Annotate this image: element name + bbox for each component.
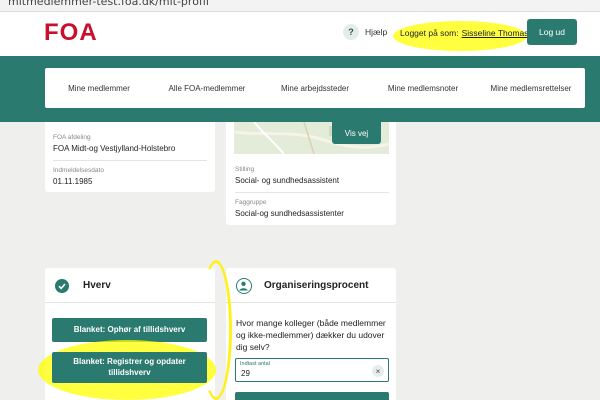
member-info-card: FOA afdeling FOA Midt-og Vestjylland-Hol… bbox=[45, 122, 215, 192]
site-header: FOA ? Hjælp Logget på som: Sisseline Thom… bbox=[0, 12, 600, 56]
divider bbox=[235, 192, 389, 193]
svg-text:FOA: FOA bbox=[44, 19, 98, 43]
main-navigation: Mine medlemmer Alle FOA-medlemmer Mine a… bbox=[45, 68, 585, 108]
enrollment-value: 01.11.1985 bbox=[53, 177, 93, 186]
logged-in-status: Logget på som: Sisseline Thomassen bbox=[400, 28, 542, 38]
person-icon bbox=[236, 278, 252, 294]
organisation-title: Organiseringsprocent bbox=[264, 280, 369, 291]
department-label: FOA afdeling bbox=[53, 134, 91, 141]
directions-button[interactable]: Vis vej bbox=[332, 122, 381, 144]
organisation-question: Hvor mange kolleger (både medlemmer og i… bbox=[236, 318, 386, 352]
position-label: Stilling bbox=[235, 166, 255, 173]
position-value: Social- og sundhedsassistent bbox=[235, 176, 340, 185]
question-icon: ? bbox=[343, 24, 359, 40]
professional-group-value: Social-og sundhedsassistenter bbox=[235, 209, 344, 218]
nav-item-mine-medlemmer[interactable]: Mine medlemmer bbox=[45, 84, 153, 93]
nav-item-alle-foa-medlemmer[interactable]: Alle FOA-medlemmer bbox=[153, 84, 261, 93]
colleague-count-input[interactable]: Indtast antal 29 × bbox=[235, 358, 389, 382]
help-link[interactable]: ? Hjælp bbox=[343, 24, 387, 40]
nav-item-mine-medlemsrettelser[interactable]: Mine medlemsrettelser bbox=[477, 84, 585, 93]
hverv-title: Hverv bbox=[83, 280, 111, 291]
help-label: Hjælp bbox=[365, 27, 388, 37]
clear-icon[interactable]: × bbox=[372, 365, 384, 377]
register-form-button[interactable]: Blanket: Registrer og opdater tillidshve… bbox=[52, 352, 207, 383]
browser-url-bar[interactable]: mitmedlemmer-test.foa.dk/mit-profil bbox=[0, 0, 600, 12]
divider bbox=[53, 160, 207, 161]
divider bbox=[226, 302, 396, 303]
divider bbox=[45, 302, 215, 303]
resign-form-button[interactable]: Blanket: Ophør af tillidshverv bbox=[52, 318, 207, 342]
logout-button[interactable]: Log ud bbox=[527, 19, 577, 45]
department-value: FOA Midt-og Vestjylland-Holstebro bbox=[53, 144, 176, 153]
url-text: mitmedlemmer-test.foa.dk/mit-profil bbox=[8, 0, 209, 8]
nav-item-mine-arbejdssteder[interactable]: Mine arbejdssteder bbox=[261, 84, 369, 93]
professional-group-label: Faggruppe bbox=[235, 199, 267, 206]
submit-button[interactable] bbox=[235, 392, 389, 400]
input-value: 29 bbox=[241, 369, 250, 378]
checkmark-icon bbox=[55, 279, 69, 293]
highlight-marker bbox=[200, 260, 232, 400]
enrollment-label: Indmeldelsesdato bbox=[53, 167, 104, 174]
logged-in-prefix: Logget på som: bbox=[400, 28, 459, 38]
nav-item-mine-medlemsnoter[interactable]: Mine medlemsnoter bbox=[369, 84, 477, 93]
foa-logo[interactable]: FOA bbox=[44, 19, 108, 43]
input-label: Indtast antal bbox=[240, 361, 270, 367]
